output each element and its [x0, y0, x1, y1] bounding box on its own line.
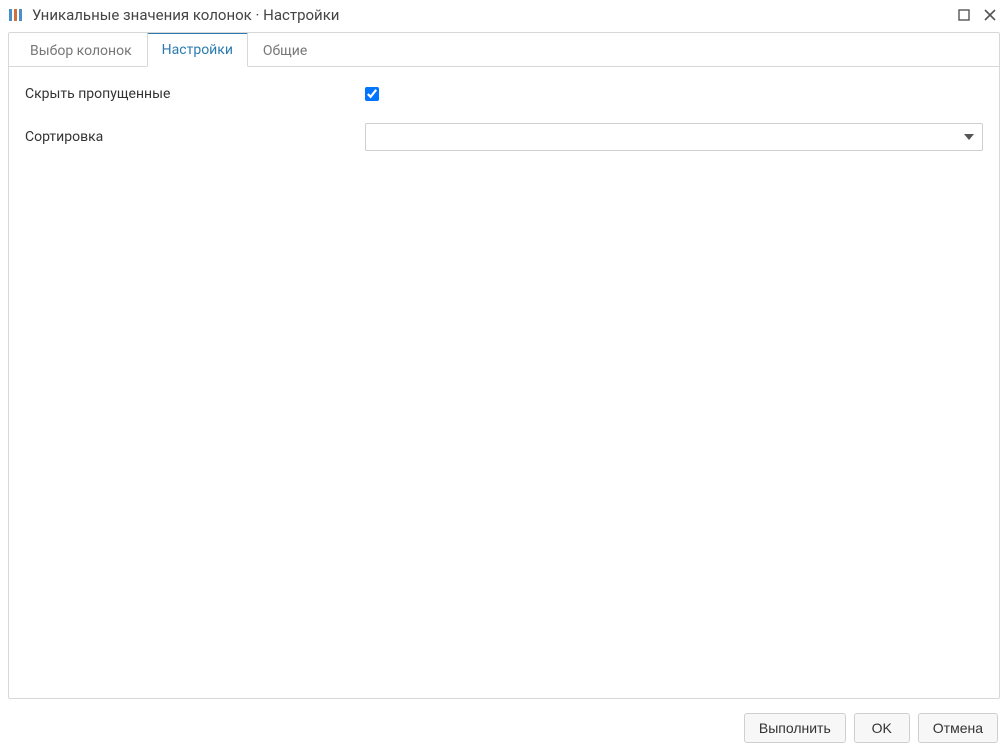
hide-missing-label: Скрыть пропущенные	[25, 86, 365, 102]
hide-missing-control	[365, 87, 983, 101]
window-controls	[956, 7, 998, 23]
sort-select[interactable]	[365, 123, 983, 151]
close-button[interactable]	[982, 7, 998, 23]
tab-general[interactable]: Общие	[248, 34, 322, 67]
ok-button[interactable]: OK	[854, 713, 910, 743]
tab-label: Настройки	[162, 42, 233, 58]
app-icon	[8, 7, 24, 23]
tab-column-select[interactable]: Выбор колонок	[15, 34, 147, 67]
tab-settings[interactable]: Настройки	[147, 32, 248, 67]
tab-label: Общие	[263, 43, 307, 59]
chevron-down-icon	[964, 132, 974, 143]
titlebar: Уникальные значения колонок · Настройки	[0, 0, 1008, 32]
content-frame: Выбор колонок Настройки Общие Скрыть про…	[8, 32, 1000, 699]
hide-missing-checkbox[interactable]	[365, 87, 379, 101]
footer: Выполнить OK Отмена	[0, 705, 1008, 753]
window-title: Уникальные значения колонок · Настройки	[32, 6, 956, 24]
sort-label: Сортировка	[25, 129, 365, 145]
tab-label: Выбор колонок	[30, 43, 132, 59]
sort-control	[365, 123, 983, 151]
maximize-button[interactable]	[956, 7, 972, 23]
tabs-bar: Выбор колонок Настройки Общие	[9, 33, 999, 67]
tab-content: Скрыть пропущенные Сортировка	[9, 67, 999, 698]
execute-button[interactable]: Выполнить	[744, 713, 846, 743]
cancel-button[interactable]: Отмена	[918, 713, 998, 743]
row-sort: Сортировка	[25, 123, 983, 151]
row-hide-missing: Скрыть пропущенные	[25, 81, 983, 107]
